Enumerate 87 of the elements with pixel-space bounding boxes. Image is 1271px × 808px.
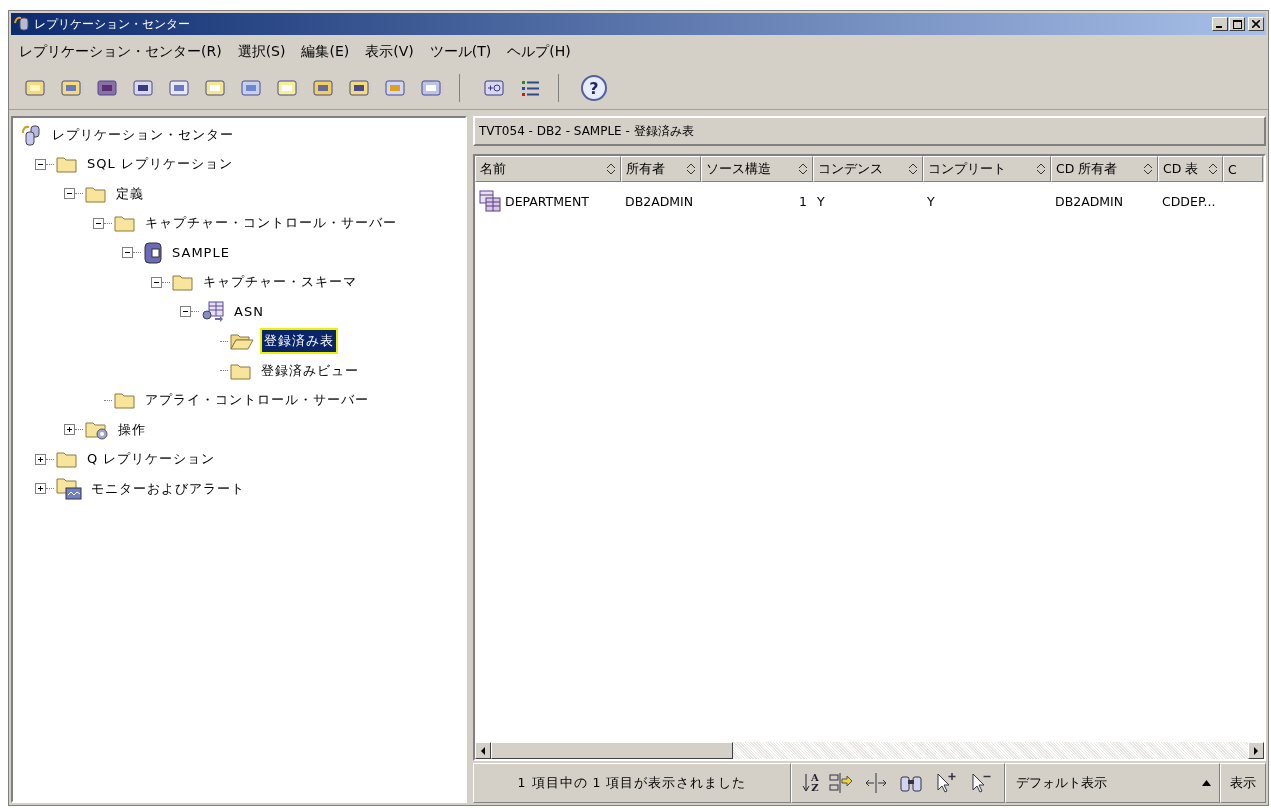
open-folder-icon [230,332,254,351]
plus-icon [65,425,74,435]
status-message: 1 項目中の 1 項目が表示されました [473,763,791,803]
close-icon [1252,20,1260,28]
column-header[interactable]: 所有者 [621,156,701,182]
sort-icon [1036,163,1046,175]
column-header[interactable]: 名前 [475,156,621,182]
menu-item[interactable]: レプリケーション・センター(R) [19,43,222,61]
collapse-toggle[interactable] [64,188,75,200]
table-cell: Y [927,193,935,209]
table-cell: DB2ADMIN [1055,193,1124,209]
column-header[interactable]: ソース構造 [701,156,813,182]
sort-button[interactable]: A Z [802,772,819,794]
tree-item[interactable]: 登録済みビュー [258,358,362,383]
column-header[interactable]: C [1223,156,1263,182]
sort-icon [908,163,918,175]
sort-icon [798,163,808,175]
folder-icon [56,450,78,469]
column-header[interactable]: コンデンス [813,156,923,182]
collapse-toggle[interactable] [93,217,104,229]
table-cell: DB2ADMIN [625,193,694,209]
tree-item[interactable]: ASN [231,301,267,323]
folder-icon [230,361,252,380]
collapse-toggle[interactable] [35,158,46,170]
help-button[interactable]: ? [581,75,607,101]
tree-item[interactable]: アプライ・コントロール・サーバー [142,388,372,413]
view-dropdown[interactable]: デフォルト表示 [1004,763,1220,803]
tree-item[interactable]: SAMPLE [169,242,233,264]
horizontal-scrollbar[interactable] [475,742,1264,759]
tree-item[interactable]: キャプチャー・コントロール・サーバー [142,211,400,236]
database-arrow-icon [13,15,31,33]
collapse-toggle[interactable] [180,306,191,318]
folder-icon [114,391,136,410]
caret-icon [1202,780,1211,786]
table-cell: DEPARTMENT [505,193,589,209]
tree-item[interactable]: SQL レプリケーション [84,152,236,177]
expand-toggle[interactable] [35,453,46,465]
folder-icon [85,184,107,203]
table-gear-icon [201,300,225,323]
collapse-toggle[interactable] [151,276,162,288]
database-arrow-icon [21,123,43,146]
tree-item[interactable]: モニターおよびアラート [88,476,248,501]
column-arrow-icon[interactable] [827,771,854,795]
expand-toggle[interactable] [64,424,75,436]
left-arrow-icon [480,746,486,755]
tree-item[interactable]: Q レプリケーション [84,447,219,472]
plus-icon [36,454,45,464]
plus-icon [36,484,45,494]
content-title: TVT054 - DB2 - SAMPLE - 登録済み表 [473,116,1266,146]
column-header[interactable]: コンプリート [923,156,1051,182]
minimize-button[interactable] [1212,17,1228,31]
tree-item[interactable]: キャプチャー・スキーマ [200,270,360,295]
menu-item[interactable]: ヘルプ(H) [507,43,571,61]
sort-icon [1143,163,1153,175]
menu-item[interactable]: 編集(E) [301,43,350,61]
folder-gear-icon [85,419,109,440]
menu-item[interactable]: 表示(V) [365,43,414,61]
right-arrow-icon [1253,746,1259,755]
close-button[interactable] [1248,17,1264,31]
sort-icon [686,163,696,175]
column-header[interactable]: CD 表 [1158,156,1223,182]
folder-chart-icon [56,477,82,500]
column-header[interactable]: CD 所有者 [1051,156,1158,182]
sort-icon [606,163,616,175]
menu-item[interactable]: 選択(S) [237,43,286,61]
collapse-toggle[interactable] [122,247,133,259]
down-arrow-icon [802,772,810,794]
maximize-icon [1232,19,1242,29]
menu-item[interactable]: ツール(T) [429,43,492,61]
table-cell: Y [817,193,825,209]
database-icon [143,241,163,264]
tree-item[interactable]: 定義 [113,181,147,206]
window-title: レプリケーション・センター [34,15,190,33]
folder-icon [172,273,194,292]
view-button[interactable]: 表示 [1220,763,1266,803]
tree-item[interactable]: レプリケーション・センター [49,122,237,147]
table-row[interactable]: DEPARTMENT DB2ADMIN 1 Y Y DB2ADMIN CDDEP... [475,186,1264,216]
table-cell: CDDEP... [1162,193,1216,209]
tree-item[interactable]: 操作 [115,417,149,442]
table-icon [479,190,501,212]
maximize-button[interactable] [1229,17,1245,31]
sort-icon [1208,163,1218,175]
tree-item[interactable]: 登録済み表 [260,328,338,355]
folder-icon [114,214,136,233]
expand-toggle[interactable] [35,483,46,495]
folder-icon [56,155,78,174]
table-cell: 1 [799,193,807,209]
